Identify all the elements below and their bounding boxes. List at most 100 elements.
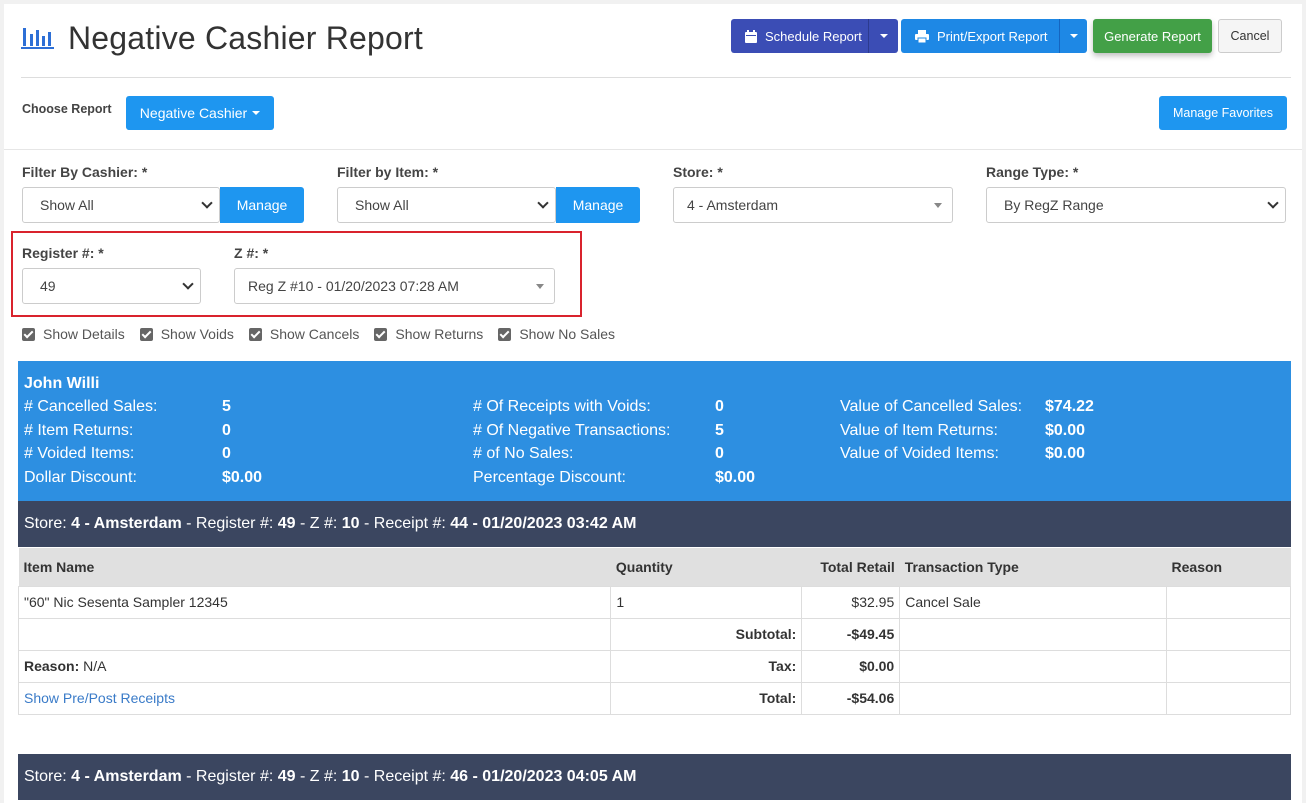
banner-store-label: Store <box>24 515 63 532</box>
empty-cell <box>899 681 1168 715</box>
banner-register-label: Register # <box>195 768 269 785</box>
manage-cashier-button[interactable]: Manage <box>220 187 304 223</box>
banner-register-label: Register # <box>195 515 269 532</box>
range-type-label: Range Type: * <box>986 164 1079 180</box>
filter-item-value: Show All <box>355 197 409 213</box>
manage-favorites-button[interactable]: Manage Favorites <box>1159 96 1287 130</box>
show-returns-checkbox[interactable]: Show Returns <box>374 326 483 342</box>
tax-row: Reason: N/A Tax: $0.00 <box>17 649 1291 683</box>
receipt-table: Item Name Quantity Total Retail Transact… <box>17 548 1291 715</box>
filter-item-select[interactable]: Show All <box>337 187 556 223</box>
cell-total-retail: $32.95 <box>801 585 901 619</box>
banner-z-label: Z # <box>309 515 333 532</box>
caret-down-icon <box>934 203 942 208</box>
summary-value: 5 <box>222 398 231 415</box>
choose-report-value: Negative Cashier <box>139 105 248 121</box>
checkbox-label: Show Cancels <box>269 326 360 342</box>
banner-register: 49 <box>277 515 296 532</box>
cell-quantity: 1 <box>610 585 803 619</box>
tax-value: $0.00 <box>801 649 901 683</box>
register-select[interactable]: 49 <box>22 268 201 304</box>
banner-receipt: 44 - 01/20/2023 03:42 AM <box>450 515 637 532</box>
schedule-report-button[interactable]: Schedule Report <box>731 19 868 53</box>
checkbox-checked-icon <box>374 327 388 341</box>
checkbox-checked-icon <box>139 327 153 341</box>
summary-value: $0.00 <box>1045 422 1086 439</box>
range-type-select[interactable]: By RegZ Range <box>986 187 1286 223</box>
summary-value: 0 <box>222 422 231 439</box>
cell-item-name: "60" Nic Sesenta Sampler 12345 <box>17 585 612 619</box>
filter-item-label: Filter by Item: * <box>337 164 439 180</box>
choose-report-dropdown[interactable]: Negative Cashier <box>126 96 274 130</box>
chevron-down-icon <box>182 278 194 290</box>
register-label: Register #: * <box>22 245 104 261</box>
summary-label: Value of Cancelled Sales: <box>840 398 1023 415</box>
summary-label: Percentage Discount: <box>473 469 626 486</box>
summary-value: 5 <box>715 422 724 439</box>
table-header-row: Item Name Quantity Total Retail Transact… <box>18 548 1291 586</box>
subtotal-label: Subtotal: <box>610 617 803 651</box>
chevron-down-icon <box>1267 197 1279 209</box>
banner-receipt-label: Receipt # <box>373 515 442 532</box>
checkbox-checked-icon <box>498 327 512 341</box>
page-title: Negative Cashier Report <box>68 20 423 56</box>
banner-z-label: Z # <box>309 768 333 785</box>
print-dropdown-toggle[interactable] <box>1059 19 1087 53</box>
checkbox-label: Show Voids <box>160 326 234 342</box>
banner-receipt-label: Receipt # <box>373 768 442 785</box>
reason-cell: Reason: N/A <box>17 649 612 683</box>
total-row: Show Pre/Post Receipts Total: -$54.06 <box>17 681 1291 715</box>
subtotal-value: -$49.45 <box>801 617 901 651</box>
store-value: 4 - Amsterdam <box>687 197 779 213</box>
empty-cell <box>1166 649 1291 683</box>
caret-down-icon <box>536 284 544 289</box>
store-label: Store: * <box>673 164 723 180</box>
report-page: Negative Cashier Report Schedule Report … <box>4 4 1302 803</box>
generate-report-button[interactable]: Generate Report <box>1093 19 1212 53</box>
cashier-name: John Willi <box>24 375 100 392</box>
show-cancels-checkbox[interactable]: Show Cancels <box>248 326 360 342</box>
filter-cashier-select[interactable]: Show All <box>22 187 220 223</box>
summary-value: $0.00 <box>1045 445 1086 462</box>
choose-report-label: Choose Report <box>22 102 112 116</box>
printer-icon <box>915 29 929 43</box>
banner-register: 49 <box>277 768 296 785</box>
empty-cell <box>1166 681 1291 715</box>
empty-cell <box>1166 617 1291 651</box>
print-export-button[interactable]: Print/Export Report <box>901 19 1059 53</box>
show-voids-checkbox[interactable]: Show Voids <box>139 326 234 342</box>
schedule-dropdown-toggle[interactable] <box>868 19 898 53</box>
show-pre-post-receipts-link[interactable]: Show Pre/Post Receipts <box>24 690 175 706</box>
summary-value: $0.00 <box>222 469 263 486</box>
z-number-value: Reg Z #10 - 01/20/2023 07:28 AM <box>248 278 459 294</box>
col-transaction-type: Transaction Type <box>899 548 1167 586</box>
caret-down-icon <box>1069 34 1078 38</box>
summary-value: 0 <box>222 445 231 462</box>
banner-z: 10 <box>341 515 360 532</box>
checkbox-label: Show Details <box>43 326 125 342</box>
empty-cell <box>899 649 1168 683</box>
cancel-button[interactable]: Cancel <box>1218 19 1282 53</box>
calendar-icon <box>745 29 757 43</box>
cell-transaction-type: Cancel Sale <box>899 585 1168 619</box>
empty-cell <box>17 617 612 651</box>
show-details-checkbox[interactable]: Show Details <box>22 326 125 342</box>
banner-store: 4 - Amsterdam <box>71 768 182 785</box>
checkbox-label: Show No Sales <box>519 326 616 342</box>
store-select[interactable]: 4 - Amsterdam <box>673 187 953 223</box>
summary-value: $74.22 <box>1045 398 1094 415</box>
manage-item-button[interactable]: Manage <box>556 187 640 223</box>
z-number-select[interactable]: Reg Z #10 - 01/20/2023 07:28 AM <box>234 268 555 304</box>
banner-receipt: 46 - 01/20/2023 04:05 AM <box>450 768 637 785</box>
banner-store-label: Store <box>24 768 63 785</box>
show-no-sales-checkbox[interactable]: Show No Sales <box>498 326 615 342</box>
receipt-banner: Store: 4 - Amsterdam - Register #: 49 - … <box>18 754 1291 800</box>
checkbox-checked-icon <box>248 327 262 341</box>
filter-cashier-label: Filter By Cashier: * <box>22 164 148 180</box>
total-value: -$54.06 <box>801 681 901 715</box>
caret-down-icon <box>879 34 888 38</box>
table-row: "60" Nic Sesenta Sampler 12345 1 $32.95 … <box>17 585 1291 619</box>
col-quantity: Quantity <box>610 548 802 586</box>
schedule-report-label: Schedule Report <box>765 28 862 44</box>
cashier-summary: John Willi # Cancelled Sales: 5 # Item R… <box>18 361 1291 502</box>
